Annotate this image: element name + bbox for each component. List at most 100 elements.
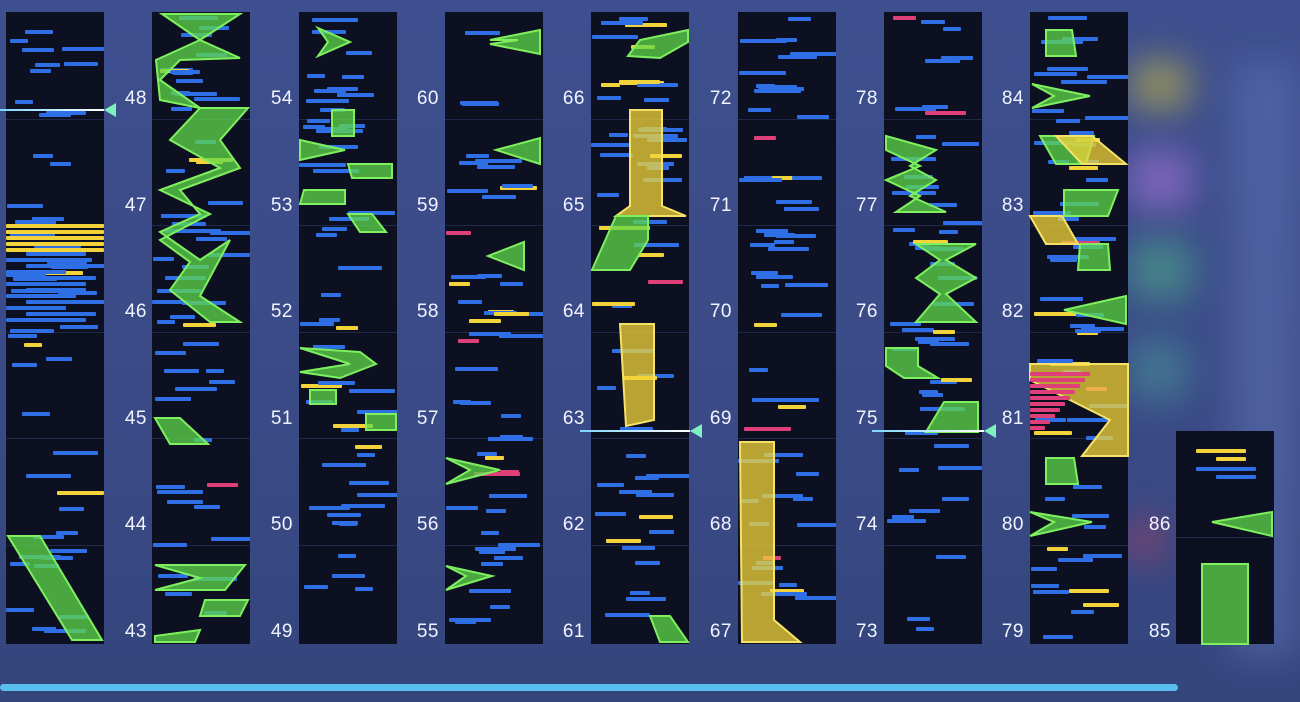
measure-number: 50 bbox=[270, 514, 293, 536]
slide-hold-icon bbox=[198, 599, 250, 617]
chevron-hold-icon bbox=[1211, 510, 1273, 538]
measure-number: 54 bbox=[270, 88, 293, 109]
measure-number: 44 bbox=[124, 514, 147, 536]
slide-hold-icon bbox=[590, 215, 649, 271]
flick-note bbox=[1030, 420, 1050, 424]
measure-number: 70 bbox=[709, 301, 732, 323]
slide-hold-icon bbox=[346, 213, 389, 233]
measure-number: 68 bbox=[709, 514, 732, 536]
measure-number: 48 bbox=[124, 88, 147, 109]
measure-number: 66 bbox=[562, 88, 585, 109]
slide-hold-icon bbox=[885, 347, 942, 379]
measure-number: 72 bbox=[709, 88, 732, 109]
measure-number: 82 bbox=[1001, 301, 1024, 323]
measure-number: 77 bbox=[855, 194, 878, 216]
measure-number: 75 bbox=[855, 407, 878, 429]
block-hold-icon bbox=[1045, 457, 1080, 485]
measure-number: 51 bbox=[270, 407, 293, 429]
measure-number: 45 bbox=[124, 407, 147, 429]
measure-number: 69 bbox=[709, 407, 732, 429]
flick-note bbox=[1030, 372, 1090, 376]
flick-note bbox=[1030, 396, 1070, 400]
measure-number: 60 bbox=[416, 88, 439, 109]
chevron-hold-icon bbox=[1029, 511, 1093, 537]
slide-hold-icon bbox=[6, 535, 104, 641]
measure-number: 79 bbox=[1001, 621, 1024, 642]
measure-number: 74 bbox=[855, 514, 878, 536]
slide-hold-icon bbox=[626, 28, 689, 60]
measure-number: 53 bbox=[270, 194, 293, 216]
block-hold-icon bbox=[1076, 243, 1112, 271]
measure-number: 52 bbox=[270, 301, 293, 323]
slide-hold-icon bbox=[648, 615, 690, 643]
measure-number: 67 bbox=[709, 621, 732, 642]
measure-number: 58 bbox=[416, 301, 439, 323]
zigzag-hold-icon bbox=[154, 13, 251, 323]
measure-number: 73 bbox=[855, 621, 878, 642]
block-hold-icon bbox=[365, 413, 397, 431]
measure-number: 65 bbox=[562, 194, 585, 216]
measure-number: 86 bbox=[1148, 514, 1171, 536]
hold-notes-layer bbox=[6, 13, 1273, 645]
slide-hold-icon bbox=[154, 628, 202, 643]
chevron-hold-icon bbox=[489, 28, 541, 56]
measure-number: 47 bbox=[124, 194, 147, 216]
chevron-hold-icon bbox=[485, 240, 525, 272]
measure-number: 43 bbox=[124, 621, 147, 642]
hold-note-icon bbox=[1201, 563, 1249, 645]
block-hold-icon bbox=[298, 189, 346, 205]
chevron-hold-icon bbox=[445, 565, 496, 591]
playhead-line[interactable] bbox=[872, 430, 984, 432]
flick-note bbox=[1030, 414, 1055, 418]
measure-number: 62 bbox=[562, 514, 585, 536]
zigzag-hold-icon bbox=[883, 134, 947, 213]
measure-number: 49 bbox=[270, 621, 293, 642]
chevron-hold-icon bbox=[299, 347, 379, 380]
measure-number: 59 bbox=[416, 194, 439, 216]
measure-number: 56 bbox=[416, 514, 439, 536]
flick-note bbox=[1030, 402, 1065, 406]
chevron-hold-icon bbox=[492, 136, 541, 166]
gold-hold-icon bbox=[618, 323, 655, 428]
chevron-hold-icon bbox=[299, 138, 346, 162]
flick-note bbox=[1030, 384, 1080, 388]
flick-note bbox=[1030, 378, 1085, 382]
chevron-hold-icon bbox=[1031, 83, 1091, 109]
gold-hold-icon bbox=[1028, 215, 1080, 245]
measure-number: 46 bbox=[124, 301, 147, 323]
measure-number: 83 bbox=[1001, 194, 1024, 216]
chevron-hold-icon bbox=[1063, 294, 1127, 326]
measure-number: 61 bbox=[562, 621, 585, 642]
measure-number: 64 bbox=[562, 301, 585, 323]
gold-hold-icon bbox=[612, 109, 687, 217]
measure-number: 76 bbox=[855, 301, 878, 323]
playhead-line[interactable] bbox=[0, 109, 104, 111]
flick-note bbox=[1030, 408, 1060, 412]
block-hold-icon bbox=[331, 109, 355, 137]
chevron-hold-icon bbox=[315, 25, 353, 59]
measure-number: 80 bbox=[1001, 514, 1024, 536]
measure-number: 57 bbox=[416, 407, 439, 429]
block-hold-icon bbox=[309, 389, 337, 405]
playhead-marker-icon[interactable] bbox=[690, 424, 702, 438]
measure-number: 55 bbox=[416, 621, 439, 642]
block-hold-icon bbox=[1063, 189, 1120, 217]
flick-note bbox=[1030, 390, 1075, 394]
chevron-hold-icon bbox=[154, 564, 248, 591]
block-hold-icon bbox=[346, 163, 393, 179]
measure-number: 71 bbox=[709, 194, 732, 216]
gold-hold-icon bbox=[738, 441, 803, 643]
measure-number: 63 bbox=[562, 407, 585, 429]
playhead-marker-icon[interactable] bbox=[984, 424, 996, 438]
slide-hold-icon bbox=[153, 417, 211, 445]
block-hold-icon bbox=[1045, 29, 1078, 57]
zigzag-hold-icon bbox=[912, 243, 979, 323]
chevron-hold-icon bbox=[445, 457, 501, 485]
playhead-marker-icon[interactable] bbox=[104, 103, 116, 117]
playhead-line[interactable] bbox=[580, 430, 690, 432]
slide-hold-icon bbox=[924, 401, 979, 433]
measure-number: 84 bbox=[1001, 88, 1024, 109]
measure-number: 78 bbox=[855, 88, 878, 109]
flick-note bbox=[1030, 426, 1045, 430]
measure-number: 85 bbox=[1148, 621, 1171, 642]
